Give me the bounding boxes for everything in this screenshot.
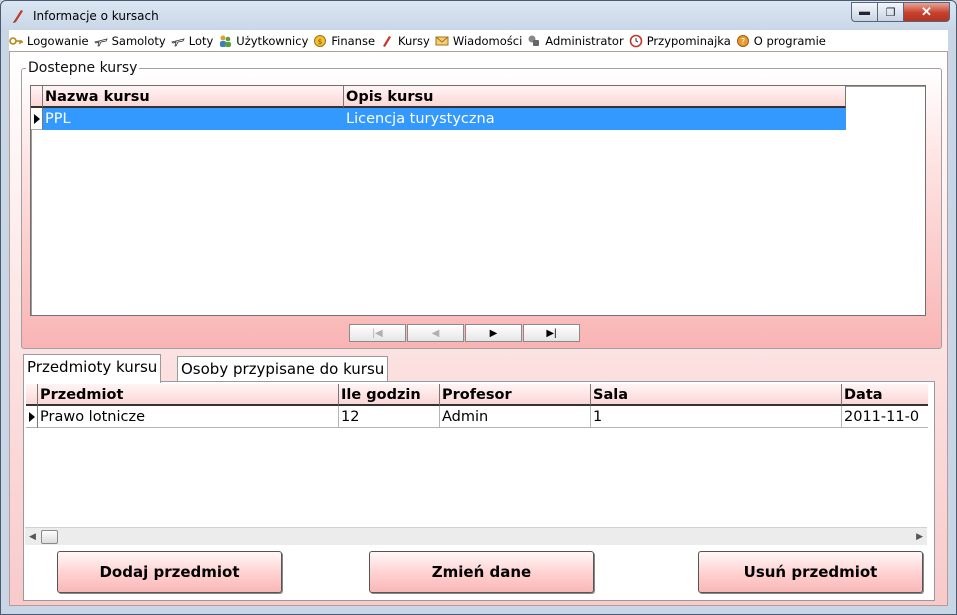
users-icon [218, 34, 232, 48]
menu-bar: Logowanie Samoloty Loty Użytkownicy $ Finanse… [9, 30, 948, 51]
courses-grid[interactable]: Nazwa kursu Opis kursu PPL Licencja tury… [30, 85, 926, 316]
table-cell[interactable]: 12 [339, 406, 440, 428]
app-window: Informacje o kursach ▬ ❐ ✕ Logowanie Samo… [0, 0, 957, 615]
menu-item-o-programie[interactable]: ? O programie [736, 34, 826, 48]
close-icon: ✕ [921, 4, 932, 19]
menu-item-przypominajka[interactable]: Przypominajka [629, 34, 731, 48]
tab-assigned-people[interactable]: Osoby przypisane do kursu [177, 356, 389, 382]
row-selector[interactable] [31, 108, 43, 130]
courses-group-title: Dostepne kursy [26, 60, 140, 76]
record-navigator: |◀ ◀ ▶ ▶| [349, 324, 581, 342]
row-selector[interactable] [26, 406, 38, 428]
maximize-button[interactable]: ❐ [878, 2, 904, 22]
courses-group: Dostepne kursy Nazwa kursu Opis kursu PP… [21, 60, 942, 349]
window-title: Informacje o kursach [33, 9, 159, 23]
menu-item-finanse[interactable]: $ Finanse [313, 34, 375, 48]
menu-item-label: Administrator [545, 33, 624, 48]
menu-item-wiadomości[interactable]: Wiadomości [435, 34, 522, 48]
tab-subjects[interactable]: Przedmioty kursu [23, 354, 162, 383]
scroll-right-icon[interactable]: ▶ [916, 531, 923, 542]
pen-icon [380, 34, 394, 48]
restore-icon: ❐ [885, 6, 896, 19]
edit-data-button[interactable]: Zmień dane [369, 551, 594, 593]
title-bar[interactable]: Informacje o kursach ▬ ❐ ✕ [1, 1, 956, 29]
column-header-course-description[interactable]: Opis kursu [344, 86, 846, 108]
column-header-professor[interactable]: Profesor [440, 384, 591, 406]
menu-item-label: Loty [188, 33, 214, 48]
current-row-icon [34, 114, 40, 124]
column-header-date[interactable]: Data [842, 384, 928, 406]
table-cell[interactable]: Prawo lotnicze [38, 406, 339, 428]
last-record-button[interactable]: ▶| [523, 324, 580, 342]
main-content: Dostepne kursy Nazwa kursu Opis kursu PP… [9, 51, 948, 606]
column-header-course-name[interactable]: Nazwa kursu [43, 86, 344, 108]
horizontal-scrollbar[interactable]: ◀ ▶ [25, 527, 927, 545]
svg-text:$: $ [318, 38, 322, 46]
table-cell[interactable]: Admin [440, 406, 591, 428]
plane-icon [170, 34, 185, 48]
column-header-hours[interactable]: Ile godzin [339, 384, 440, 406]
menu-item-loty[interactable]: Loty [170, 33, 214, 48]
table-cell[interactable]: 2011-11-0 [842, 406, 928, 428]
menu-item-użytkownicy[interactable]: Użytkownicy [218, 34, 308, 48]
pen-icon [10, 7, 26, 23]
scroll-left-icon[interactable]: ◀ [29, 531, 36, 542]
menu-item-label: Użytkownicy [236, 33, 309, 48]
column-header-room[interactable]: Sala [591, 384, 842, 406]
column-header-subject[interactable]: Przedmiot [38, 384, 339, 406]
menu-item-administrator[interactable]: Administrator [527, 33, 624, 48]
menu-item-logowanie[interactable]: Logowanie [9, 34, 89, 48]
minimize-icon: ▬ [859, 6, 870, 18]
subjects-grid[interactable]: Przedmiot Ile godzin Profesor Sala Data … [26, 384, 928, 524]
menu-item-label: Logowanie [27, 33, 89, 48]
window-controls: ▬ ❐ ✕ [851, 2, 950, 22]
add-subject-button[interactable]: Dodaj przedmiot [57, 551, 282, 593]
clock-icon [629, 34, 643, 48]
current-row-icon [29, 412, 35, 422]
table-cell[interactable]: Licencja turystyczna [344, 108, 846, 130]
close-button[interactable]: ✕ [904, 2, 950, 22]
menu-item-label: O programie [753, 33, 826, 48]
table-cell[interactable]: PPL [43, 108, 344, 130]
previous-record-button[interactable]: ◀ [407, 324, 464, 342]
admin-icon [527, 34, 541, 48]
envelope-icon [435, 34, 449, 48]
menu-item-label: Finanse [331, 33, 376, 48]
next-record-button[interactable]: ▶ [465, 324, 522, 342]
plane-icon [93, 34, 108, 48]
grid-corner [26, 384, 38, 406]
svg-text:?: ? [741, 37, 745, 46]
scroll-thumb[interactable] [41, 530, 58, 544]
grid-corner [31, 86, 43, 108]
key-icon [9, 34, 23, 48]
coin-icon: $ [313, 34, 327, 48]
minimize-button[interactable]: ▬ [851, 2, 878, 22]
menu-item-samoloty[interactable]: Samoloty [93, 33, 166, 48]
menu-item-kursy[interactable]: Kursy [380, 34, 430, 48]
delete-subject-button[interactable]: Usuń przedmiot [698, 551, 923, 593]
menu-item-label: Samoloty [111, 33, 166, 48]
menu-item-label: Wiadomości [452, 33, 523, 48]
info-icon: ? [736, 34, 750, 48]
menu-item-label: Kursy [398, 33, 430, 48]
table-cell[interactable]: 1 [591, 406, 842, 428]
menu-item-label: Przypominajka [646, 33, 731, 48]
first-record-button[interactable]: |◀ [349, 324, 406, 342]
